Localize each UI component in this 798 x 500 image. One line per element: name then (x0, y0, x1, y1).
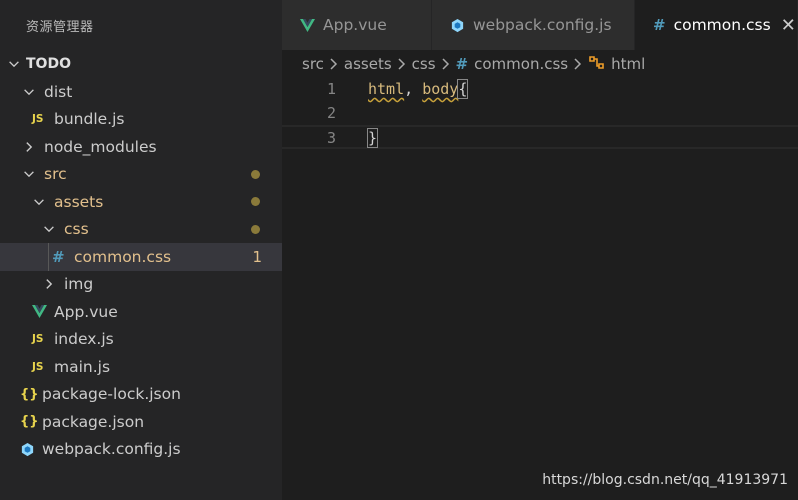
indent-guide (48, 243, 49, 271)
css-selector: body (422, 80, 459, 98)
css-file-icon: # (653, 16, 666, 34)
vue-file-icon (32, 305, 54, 319)
css-file-icon: # (455, 55, 469, 73)
code-text: html, body{ (368, 78, 469, 102)
tree-label: dist (44, 82, 73, 101)
tree-label: package-lock.json (42, 385, 181, 404)
breadcrumb-item-src[interactable]: src (302, 55, 324, 73)
tree-label: index.js (54, 330, 114, 349)
tree-label: node_modules (44, 137, 157, 156)
code-text: } (366, 127, 379, 151)
webpack-file-icon (20, 442, 42, 457)
explorer-sidebar: 资源管理器 TODO dist JS bundle.js node_module… (0, 0, 282, 500)
tree-item-app-vue[interactable]: App.vue (0, 298, 282, 326)
editor-tabs: App.vue webpack.config.js # common.css ✕ (282, 0, 798, 50)
tree-item-bundle-js[interactable]: JS bundle.js (0, 106, 282, 134)
explorer-title: 资源管理器 (26, 20, 94, 35)
tree-item-dist[interactable]: dist (0, 78, 282, 106)
breadcrumb-item-common-css[interactable]: common.css (474, 55, 568, 73)
js-file-icon: JS (32, 360, 44, 373)
tree-label: css (64, 220, 89, 239)
tree-item-index-js[interactable]: JS index.js (0, 326, 282, 354)
tab-webpack-config-js[interactable]: webpack.config.js (432, 0, 635, 50)
line-number: 1 (326, 80, 336, 98)
modified-dot (251, 197, 260, 206)
chevron-right-icon (440, 57, 452, 71)
json-file-icon: {} (20, 386, 39, 402)
breadcrumb-item-css[interactable]: css (412, 55, 436, 73)
code-brace: { (457, 79, 469, 99)
line-number: 2 (326, 103, 336, 122)
symbol-selector-icon (588, 55, 605, 74)
tree-item-css[interactable]: css (0, 216, 282, 244)
tree-label: bundle.js (54, 110, 125, 129)
css-file-icon: # (52, 247, 65, 266)
chevron-right-icon (572, 57, 584, 71)
tree-item-webpack-config-js[interactable]: webpack.config.js (0, 436, 282, 464)
tab-label: App.vue (323, 16, 387, 34)
chevron-down-icon (32, 195, 46, 209)
modified-dot (251, 169, 260, 179)
tab-common-css[interactable]: # common.css ✕ (635, 0, 798, 50)
close-icon[interactable]: ✕ (781, 15, 796, 36)
tree-item-package-lock-json[interactable]: {} package-lock.json (0, 381, 282, 409)
chevron-right-icon (328, 57, 340, 71)
tab-app-vue[interactable]: App.vue (282, 0, 432, 50)
tree-label: App.vue (54, 302, 118, 321)
code-editor[interactable]: 1 html, body{ 2 3 } (282, 78, 798, 500)
tree-label: img (64, 275, 94, 294)
css-selector: html (368, 80, 405, 98)
tree-item-common-css[interactable]: # common.css 1 (0, 243, 282, 271)
breadcrumb-item-html[interactable]: html (611, 55, 645, 73)
chevron-right-icon (22, 140, 36, 154)
tree-label: webpack.config.js (42, 440, 181, 459)
chevron-down-icon (42, 222, 56, 236)
tree-label: main.js (54, 357, 111, 376)
problem-count: 1 (252, 247, 262, 266)
section-todo[interactable]: TODO (0, 50, 282, 78)
code-punctuation: , (404, 80, 423, 98)
js-file-icon: JS (32, 113, 44, 126)
code-line-current: 3 } (282, 125, 798, 149)
tree-label: assets (54, 192, 104, 211)
tab-label: webpack.config.js (473, 16, 612, 34)
code-line: 2 (282, 102, 798, 126)
vue-file-icon (300, 18, 315, 32)
breadcrumb: src assets css # common.css html (282, 50, 798, 78)
tree-item-node-modules[interactable]: node_modules (0, 133, 282, 161)
chevron-right-icon (42, 277, 56, 291)
js-file-icon: JS (32, 333, 44, 346)
chevron-down-icon (22, 85, 36, 99)
chevron-down-icon (6, 56, 22, 72)
tree-label: package.json (42, 412, 145, 431)
breadcrumb-item-assets[interactable]: assets (344, 55, 392, 73)
webpack-file-icon (450, 18, 465, 33)
tree-label: common.css (74, 247, 172, 266)
tree-item-img[interactable]: img (0, 271, 282, 299)
chevron-down-icon (22, 167, 36, 181)
tab-label: common.css (673, 16, 771, 34)
modified-dot (251, 224, 260, 234)
tree-label: src (44, 165, 67, 184)
tree-item-src[interactable]: src (0, 161, 282, 189)
watermark: https://blog.csdn.net/qq_41913971 (542, 472, 788, 488)
json-file-icon: {} (20, 414, 39, 430)
tree-item-main-js[interactable]: JS main.js (0, 353, 282, 381)
tree-item-package-json[interactable]: {} package.json (0, 408, 282, 436)
code-brace: } (366, 128, 379, 148)
line-number: 3 (326, 129, 336, 147)
code-line: 1 html, body{ (282, 78, 798, 102)
section-title: TODO (26, 56, 71, 72)
tree-item-assets[interactable]: assets (0, 188, 282, 216)
chevron-right-icon (396, 57, 408, 71)
